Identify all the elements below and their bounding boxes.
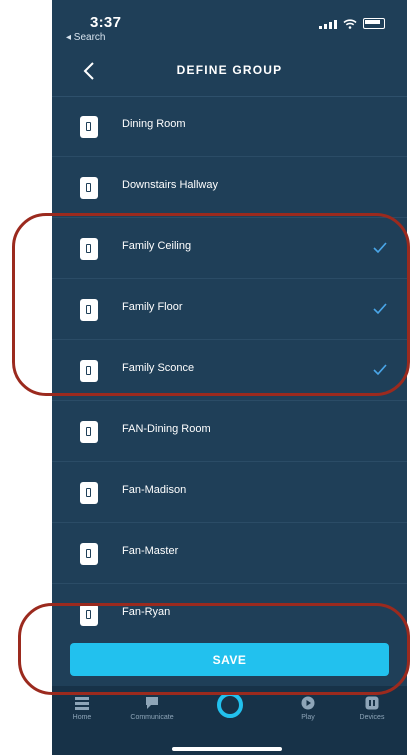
tab-label: Devices [359,714,385,721]
light-switch-icon [80,543,98,565]
home-indicator [172,747,282,751]
device-row[interactable]: Dining Room [52,96,407,157]
tab-label: Play [301,714,315,721]
device-row[interactable]: FAN-Dining Room [52,401,407,462]
battery-icon [363,18,385,29]
light-switch-icon [80,116,98,138]
device-row[interactable]: Family Floor [52,279,407,340]
device-row[interactable]: Fan-Madison [52,462,407,523]
screenshot-stage: 3:37 ◂ Search DEFINE GROUP Dining Room D… [0,0,415,755]
home-icon [75,697,89,710]
tab-label: Communicate [130,714,174,721]
devices-icon [365,696,379,710]
device-label: Downstairs Hallway [122,179,218,191]
device-row[interactable]: Family Ceiling [52,218,407,279]
device-row[interactable]: Fan-Master [52,523,407,584]
checkmark-icon [373,303,387,315]
device-label: Family Ceiling [122,240,192,252]
tab-play[interactable]: Play [278,696,338,721]
device-row[interactable]: Family Sconce [52,340,407,401]
status-icons [319,18,385,29]
checkmark-icon [373,364,387,376]
tab-devices[interactable]: Devices [342,696,402,721]
alexa-ring-icon [217,692,243,718]
light-switch-icon [80,604,98,626]
back-to-app-link[interactable]: ◂ Search [66,32,105,43]
checkmark-icon [373,242,387,254]
device-label: Dining Room [122,118,186,130]
play-icon [301,696,315,710]
light-switch-icon [80,421,98,443]
device-label: Family Floor [122,301,183,313]
tab-alexa[interactable] [200,690,260,724]
device-label: Fan-Master [122,545,179,557]
wifi-icon [343,18,357,29]
device-row[interactable]: Downstairs Hallway [52,157,407,218]
device-label: Fan-Madison [122,484,187,496]
light-switch-icon [80,360,98,382]
light-switch-icon [80,482,98,504]
device-label: FAN-Dining Room [122,423,211,435]
status-time: 3:37 [90,14,122,31]
device-label: Family Sconce [122,362,195,374]
save-button[interactable]: SAVE [70,643,389,676]
light-switch-icon [80,299,98,321]
tab-communicate[interactable]: Communicate [122,696,182,721]
device-label: Fan-Ryan [122,606,171,618]
light-switch-icon [80,238,98,260]
cellular-signal-icon [319,19,337,29]
nav-bar: DEFINE GROUP [52,48,407,97]
chat-icon [146,697,158,709]
device-row[interactable]: Fan-Ryan [52,584,407,644]
status-bar: 3:37 ◂ Search [52,0,407,48]
tab-home[interactable]: Home [52,696,112,721]
phone-screen: 3:37 ◂ Search DEFINE GROUP Dining Room D… [52,0,407,755]
device-list: Dining Room Downstairs Hallway Family Ce… [52,96,407,644]
light-switch-icon [80,177,98,199]
page-title: DEFINE GROUP [176,63,283,77]
bottom-tab-bar: Home Communicate Play Devices [52,686,407,755]
tab-label: Home [72,714,92,721]
